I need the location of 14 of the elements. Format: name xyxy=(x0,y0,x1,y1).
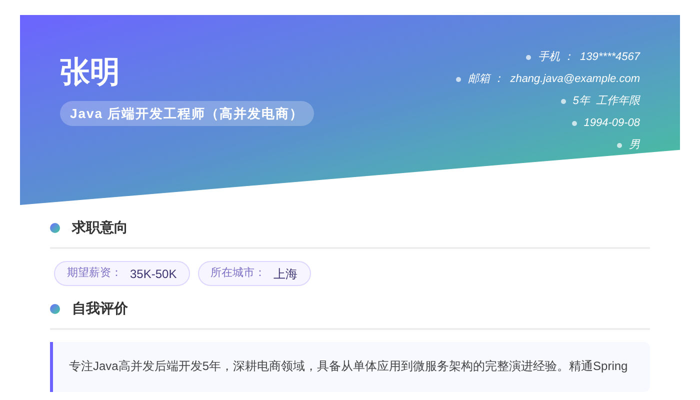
contact-info: 邮箱 ： zhang.java@example.com xyxy=(468,72,640,87)
contact-info: 1994-09-08 xyxy=(584,116,640,131)
contact-info: 5年 工作年限 xyxy=(572,94,640,109)
tag-label: 期望薪资： xyxy=(67,266,122,282)
summary-text: 专注Java高并发后端开发5年，深耕电商领域，具备从单体应用到微服务架构的完整演进经验。精通Spring xyxy=(69,358,629,375)
contact-info: 手机 ： 139****4567 xyxy=(538,50,640,65)
job-title: Java 后端开发工程师（高并发电商） xyxy=(60,101,314,126)
tag-value: 35K-50K xyxy=(130,266,177,282)
contact-info: 男 xyxy=(629,138,640,153)
candidate-name: 张明 xyxy=(60,55,120,91)
section-title: 自我评价 xyxy=(72,299,128,318)
tag-value: 上海 xyxy=(274,266,298,282)
tag-label: 所在城市： xyxy=(210,266,266,282)
section-title: 求职意向 xyxy=(72,218,128,237)
